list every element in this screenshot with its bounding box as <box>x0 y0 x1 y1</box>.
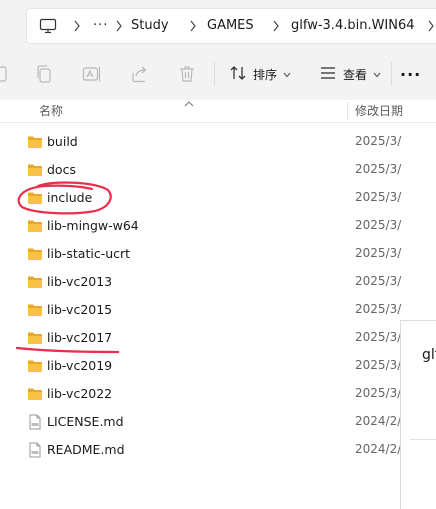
folder-icon <box>27 358 43 374</box>
file-name: lib-vc2017 <box>47 330 113 345</box>
file-name: lib-vc2019 <box>47 358 113 373</box>
folder-icon <box>27 386 43 402</box>
folder-icon <box>27 218 43 234</box>
file-row-lib-mingw-w64[interactable]: lib-mingw-w64 2025/3/ <box>0 212 402 240</box>
toolbar-separator <box>391 62 392 86</box>
chevron-right-icon <box>189 9 197 43</box>
column-divider[interactable] <box>347 102 348 120</box>
sort-button[interactable]: 排序 <box>229 60 291 88</box>
address-bar[interactable]: ··· Study GAMES glfw-3.4.bin.WIN64 <box>26 8 436 44</box>
sort-icon <box>229 65 247 84</box>
rename-icon[interactable] <box>82 64 102 84</box>
view-list-icon <box>319 66 337 83</box>
file-modified-date: 2025/3/ <box>355 274 402 288</box>
address-bar-area: ··· Study GAMES glfw-3.4.bin.WIN64 <box>0 0 436 48</box>
breadcrumb-games[interactable]: GAMES <box>207 9 254 43</box>
share-icon[interactable] <box>130 64 150 84</box>
overlapping-window-divider <box>410 439 436 440</box>
file-row-docs[interactable]: docs 2025/3/ <box>0 156 402 184</box>
file-row-lib-vc2013[interactable]: lib-vc2013 2025/3/ <box>0 268 402 296</box>
chevron-down-icon <box>373 67 381 81</box>
file-modified-date: 2025/3/ <box>355 302 402 316</box>
column-header-name[interactable]: 名称 <box>39 102 63 119</box>
file-name: build <box>47 134 78 149</box>
breadcrumb-study[interactable]: Study <box>131 9 169 43</box>
folder-icon <box>27 134 43 150</box>
copy-icon[interactable] <box>34 64 54 84</box>
file-modified-date: 2024/2/ <box>355 442 402 456</box>
folder-icon <box>27 330 43 346</box>
view-button[interactable]: 查看 <box>319 60 381 88</box>
toolbar-separator <box>214 62 215 86</box>
command-bar: 排序 查看 ··· <box>0 48 436 101</box>
computer-icon[interactable] <box>39 9 57 43</box>
folder-icon <box>27 162 43 178</box>
file-modified-date: 2025/3/ <box>355 386 402 400</box>
file-modified-date: 2025/3/ <box>355 218 402 232</box>
file-modified-date: 2025/3/ <box>355 358 402 372</box>
breadcrumb-glfw[interactable]: glfw-3.4.bin.WIN64 <box>291 9 415 43</box>
folder-icon <box>27 302 43 318</box>
file-modified-date: 2025/3/ <box>355 162 402 176</box>
file-list-pane: 名称 修改日期 build 2025/3/docs 2025/3/include 20… <box>0 100 436 509</box>
sort-label: 排序 <box>253 67 278 82</box>
file-row-lib-vc2022[interactable]: lib-vc2022 2025/3/ <box>0 380 402 408</box>
view-label: 查看 <box>343 67 368 82</box>
file-name: lib-vc2022 <box>47 386 113 401</box>
folder-icon <box>27 246 43 262</box>
file-name: lib-static-ucrt <box>47 246 131 261</box>
file-row-build[interactable]: build 2025/3/ <box>0 128 402 156</box>
file-explorer-window: ··· Study GAMES glfw-3.4.bin.WIN64 排序 查看… <box>0 0 436 509</box>
chevron-right-icon <box>427 9 435 43</box>
column-header: 名称 修改日期 <box>0 100 436 123</box>
file-name: README.md <box>47 442 125 457</box>
folder-icon <box>27 190 43 206</box>
chevron-right-icon <box>115 9 123 43</box>
file-modified-date: 2025/3/ <box>355 330 402 344</box>
file-row-license-md[interactable]: LICENSE.md 2024/2/ <box>0 408 402 436</box>
file-name: LICENSE.md <box>47 414 124 429</box>
chevron-down-icon <box>283 67 291 81</box>
more-options-button[interactable]: ··· <box>400 60 421 88</box>
chevron-right-icon <box>73 9 81 43</box>
file-row-include[interactable]: include 2025/3/ <box>0 184 402 212</box>
file-modified-date: 2025/3/ <box>355 190 402 204</box>
file-name: lib-mingw-w64 <box>47 218 139 233</box>
markdown-file-icon <box>27 414 43 430</box>
chevron-right-icon <box>272 9 280 43</box>
delete-icon[interactable] <box>177 64 197 84</box>
file-row-lib-static-ucrt[interactable]: lib-static-ucrt 2025/3/ <box>0 240 402 268</box>
file-modified-date: 2025/3/ <box>355 246 402 260</box>
folder-icon <box>27 274 43 290</box>
file-modified-date: 2024/2/ <box>355 414 402 428</box>
file-row-lib-vc2017[interactable]: lib-vc2017 2025/3/ <box>0 324 402 352</box>
column-header-date[interactable]: 修改日期 <box>355 102 403 119</box>
breadcrumb-overflow[interactable]: ··· <box>93 9 108 43</box>
file-row-readme-md[interactable]: README.md 2024/2/ <box>0 436 402 464</box>
overlapping-window-title: glf <box>422 347 436 363</box>
file-name: lib-vc2013 <box>47 274 113 289</box>
file-name: docs <box>47 162 76 177</box>
file-name: lib-vc2015 <box>47 302 113 317</box>
file-row-lib-vc2015[interactable]: lib-vc2015 2025/3/ <box>0 296 402 324</box>
cut-icon[interactable] <box>0 64 12 84</box>
markdown-file-icon <box>27 442 43 458</box>
file-name: include <box>47 190 93 205</box>
sort-ascending-icon <box>184 93 194 112</box>
file-row-lib-vc2019[interactable]: lib-vc2019 2025/3/ <box>0 352 402 380</box>
file-modified-date: 2025/3/ <box>355 134 402 148</box>
